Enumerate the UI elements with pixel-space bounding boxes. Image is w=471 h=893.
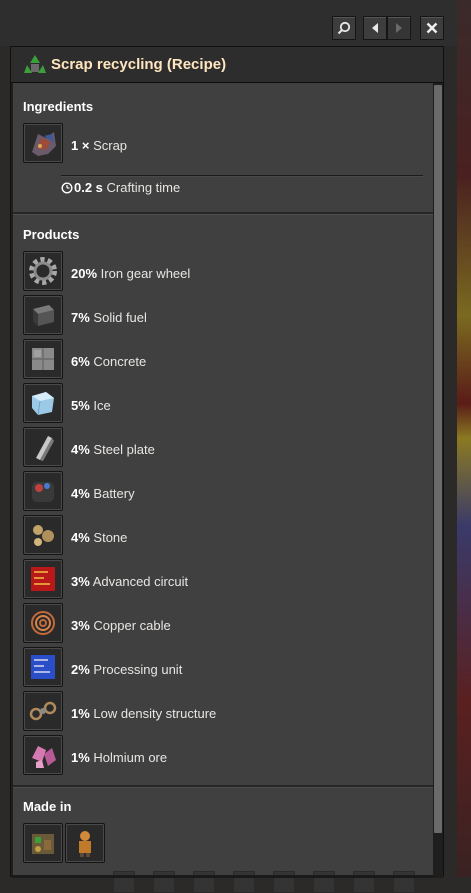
product-label: 1% Holmium ore: [71, 750, 168, 765]
product-slot[interactable]: [23, 515, 63, 555]
scrollbar-thumb[interactable]: [434, 85, 442, 833]
product-label: 1% Low density structure: [71, 706, 217, 721]
product-label: 4% Steel plate: [71, 442, 155, 457]
forward-arrow-icon: [396, 23, 402, 33]
product-label: 2% Processing unit: [71, 662, 183, 677]
section-divider: [13, 785, 433, 788]
steel-plate-icon: [36, 436, 54, 461]
product-slot[interactable]: [23, 603, 63, 643]
recipe-content: Ingredients 1 × Scrap 0.2 s Crafting tim…: [13, 83, 433, 893]
engineer-slot[interactable]: [65, 823, 105, 863]
window-titlebar: [0, 0, 457, 46]
ingredients-heading: Ingredients: [23, 99, 94, 114]
crafting-time-label: 0.2 s Crafting time: [74, 180, 181, 195]
engineer-character-icon: [79, 831, 91, 857]
forward-button[interactable]: [387, 16, 411, 40]
stone-icon: [33, 525, 54, 546]
scrap-icon: [32, 132, 56, 156]
scrap-slot[interactable]: [23, 123, 63, 163]
ingredient-separator: [61, 175, 423, 177]
close-button[interactable]: [420, 16, 444, 40]
advanced-circuit-icon: [31, 567, 55, 591]
section-divider: [13, 212, 433, 215]
recycling-icon: [24, 55, 46, 73]
solid-fuel-icon: [33, 305, 54, 326]
product-label: 4% Stone: [71, 530, 128, 545]
product-slot[interactable]: [23, 647, 63, 687]
product-label: 5% Ice: [71, 398, 111, 413]
recycler-icon: [32, 834, 54, 854]
processing-unit-icon: [31, 655, 55, 679]
iron-gear-wheel-icon: [29, 257, 57, 285]
product-label: 3% Copper cable: [71, 618, 171, 633]
product-label: 6% Concrete: [71, 354, 147, 369]
product-label: 3% Advanced circuit: [71, 574, 189, 589]
vertical-scrollbar[interactable]: [433, 83, 443, 878]
recipe-header: Scrap recycling (Recipe): [11, 47, 443, 83]
copper-cable-icon: [31, 611, 55, 635]
low-density-structure-icon: [29, 701, 57, 721]
clock-icon: [61, 182, 73, 194]
ice-icon: [32, 392, 54, 416]
product-label: 4% Battery: [71, 486, 135, 501]
product-slot[interactable]: [23, 383, 63, 423]
recycler-slot[interactable]: [23, 823, 63, 863]
holmium-ore-icon: [32, 746, 56, 768]
product-slot[interactable]: [23, 295, 63, 335]
product-slot[interactable]: [23, 559, 63, 599]
close-icon: [426, 22, 438, 34]
ingredient-scrap-label: 1 × Scrap: [71, 138, 128, 153]
product-slot[interactable]: [23, 427, 63, 467]
product-slot[interactable]: [23, 691, 63, 731]
search-icon: [337, 21, 351, 35]
concrete-icon: [32, 348, 54, 370]
product-label: 20% Iron gear wheel: [71, 266, 191, 281]
game-background: [457, 0, 471, 877]
products-heading: Products: [23, 227, 80, 242]
product-slot[interactable]: [23, 251, 63, 291]
product-slot[interactable]: [23, 471, 63, 511]
product-slot[interactable]: [23, 735, 63, 775]
product-label: 7% Solid fuel: [71, 310, 147, 325]
recipe-title: Scrap recycling (Recipe): [51, 56, 227, 73]
battery-icon: [32, 482, 54, 502]
recipe-tooltip-panel: Scrap recycling (Recipe) Ingredients 1 ×…: [10, 46, 444, 893]
product-slot[interactable]: [23, 339, 63, 379]
back-arrow-icon: [372, 23, 378, 33]
back-button[interactable]: [363, 16, 387, 40]
search-button[interactable]: [332, 16, 356, 40]
made-in-heading: Made in: [23, 799, 72, 814]
